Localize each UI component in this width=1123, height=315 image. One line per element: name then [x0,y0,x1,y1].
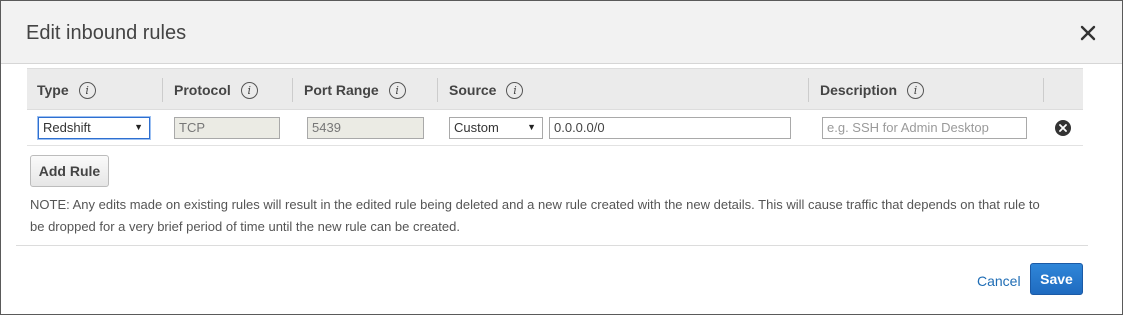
footer-divider [16,245,1088,246]
source-type-value: Custom [454,120,499,135]
chevron-down-icon: ▼ [527,122,536,132]
column-header-protocol: Protocol i [174,69,258,111]
column-divider [1043,78,1044,102]
info-icon[interactable]: i [506,81,524,99]
inbound-rules-table: Type i Protocol i Port Range i Source i … [27,68,1083,146]
column-label: Protocol [174,82,231,98]
info-icon[interactable]: i [240,81,258,99]
column-label: Type [37,82,69,98]
column-header-port-range: Port Range i [304,69,406,111]
save-button[interactable]: Save [1030,263,1083,295]
dialog-header: Edit inbound rules [1,1,1122,64]
column-label: Description [820,82,898,98]
column-header-description: Description i [820,69,925,111]
table-row: Redshift ▼ TCP 5439 Custom ▼ 0.0.0.0/0 e… [27,110,1083,146]
info-icon[interactable]: i [388,81,406,99]
chevron-down-icon: ▼ [134,122,143,132]
source-type-select[interactable]: Custom ▼ [449,117,543,139]
add-rule-button[interactable]: Add Rule [30,155,109,187]
source-cidr-input[interactable]: 0.0.0.0/0 [549,117,791,139]
dialog-title: Edit inbound rules [26,22,187,44]
column-label: Port Range [304,82,379,98]
column-label: Source [449,82,497,98]
type-select[interactable]: Redshift ▼ [38,117,150,139]
port-range-field: 5439 [307,117,424,139]
column-header-type: Type i [37,69,96,111]
column-divider [162,78,163,102]
edit-note: NOTE: Any edits made on existing rules w… [30,197,1040,234]
column-divider [808,78,809,102]
cancel-button[interactable]: Cancel [977,273,1021,289]
column-header-source: Source i [449,69,524,111]
column-divider [437,78,438,102]
remove-rule-icon[interactable] [1054,119,1072,137]
info-icon[interactable]: i [78,81,96,99]
edit-inbound-rules-dialog: Edit inbound rules Type i Protocol i Por… [0,0,1123,315]
description-input[interactable]: e.g. SSH for Admin Desktop [822,117,1027,139]
type-select-value: Redshift [43,120,91,135]
info-icon[interactable]: i [907,81,925,99]
table-header: Type i Protocol i Port Range i Source i … [27,68,1083,110]
column-divider [292,78,293,102]
close-icon[interactable] [1076,21,1100,45]
protocol-field: TCP [174,117,280,139]
